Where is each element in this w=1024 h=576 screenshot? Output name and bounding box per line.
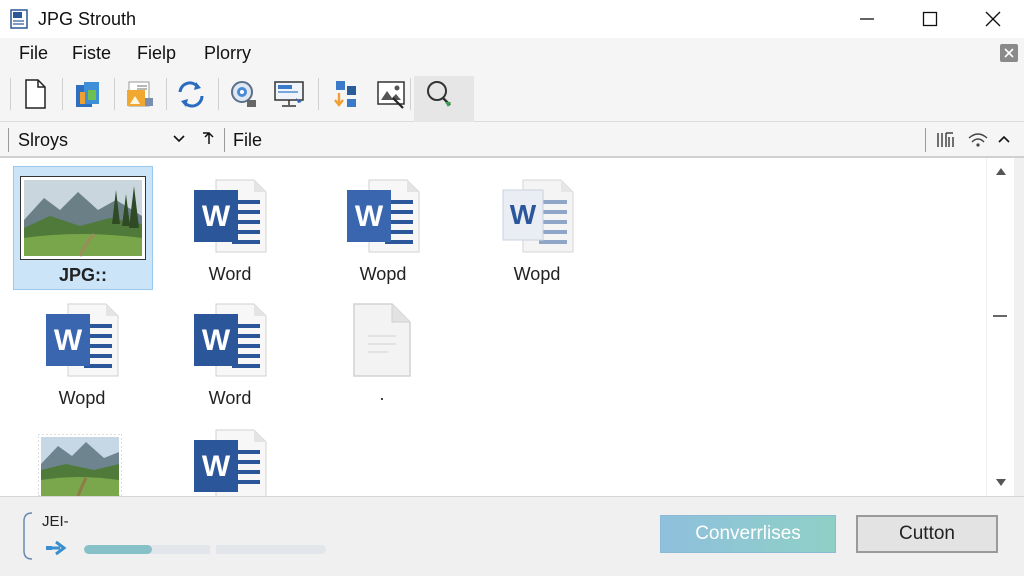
menu-bar: File Fiste Fielp Plorry <box>0 38 1024 68</box>
toolbar-separator <box>166 78 167 110</box>
file-label: Wopd <box>58 388 106 408</box>
file-label: JPG:: <box>58 265 107 285</box>
file-grid: JPG:: W Word W Wopd W Wopd W Wopd W Word… <box>6 158 992 496</box>
close-icon <box>985 11 1001 27</box>
file-item[interactable]: W Wopd <box>313 166 453 290</box>
settings-button[interactable] <box>224 76 262 112</box>
status-bar: JEI- Converrlises Cutton <box>0 496 1024 576</box>
image-edit-icon <box>377 81 405 109</box>
file-item[interactable]: W Word <box>160 290 300 414</box>
refresh-icon <box>178 81 204 108</box>
vertical-scrollbar[interactable] <box>986 158 1014 496</box>
word-document-icon: W <box>347 179 420 253</box>
title-bar: JPG Strouth <box>0 0 1024 38</box>
window-edge <box>1014 158 1024 496</box>
file-label: . <box>379 384 385 404</box>
blank-document-icon <box>353 303 411 377</box>
chevron-down-icon[interactable] <box>172 132 186 146</box>
word-document-icon: W <box>194 303 267 377</box>
status-label: JEI- <box>42 513 69 530</box>
maximize-button[interactable] <box>898 0 962 38</box>
landscape-image-thumbnail <box>38 434 122 496</box>
toolbar-separator <box>218 78 219 110</box>
new-document-icon <box>25 79 46 109</box>
wifi-icon[interactable] <box>967 131 989 149</box>
scroll-thumb[interactable] <box>993 315 1007 317</box>
toolbar-separator <box>114 78 115 110</box>
chevron-up-icon[interactable] <box>996 131 1012 147</box>
scroll-up-icon[interactable] <box>995 166 1007 176</box>
copy-icon <box>76 82 99 107</box>
svg-text:W: W <box>355 200 384 233</box>
menu-plorry[interactable]: Plorry <box>204 43 251 64</box>
toolbar-separator <box>318 78 319 110</box>
svg-text:W: W <box>202 324 231 357</box>
image-edit-button[interactable] <box>372 76 410 112</box>
scroll-down-icon[interactable] <box>995 478 1007 488</box>
location-dropdown[interactable]: Slroys <box>18 130 68 151</box>
import-image-icon <box>127 81 153 107</box>
toolbar-separator <box>410 78 411 110</box>
file-label: Wopd <box>513 264 561 284</box>
refresh-button[interactable] <box>172 76 210 112</box>
monitor-icon <box>274 81 304 107</box>
minimize-icon <box>860 18 874 20</box>
cancel-button[interactable]: Cutton <box>856 515 998 553</box>
menu-fielp[interactable]: Fielp <box>137 43 176 64</box>
file-item[interactable]: W Wopd <box>467 166 607 290</box>
monitor-button[interactable] <box>270 76 308 112</box>
svg-text:W: W <box>202 450 231 483</box>
status-bracket-icon <box>23 512 33 560</box>
file-item[interactable]: W Word <box>160 166 300 290</box>
address-separator <box>224 128 225 152</box>
progress-segment-gap <box>210 545 216 554</box>
toolbar-separator <box>10 78 11 110</box>
word-document-icon: W <box>46 303 119 377</box>
file-item[interactable]: W <box>160 420 300 496</box>
conversion-progress <box>84 545 326 554</box>
split-button[interactable] <box>326 76 364 112</box>
svg-text:W: W <box>202 200 231 233</box>
view-options-icon[interactable] <box>936 131 956 149</box>
import-image-button[interactable] <box>120 76 158 112</box>
close-button[interactable] <box>961 0 1024 38</box>
file-label: Word <box>208 388 252 408</box>
app-icon <box>10 9 28 29</box>
address-separator <box>925 128 926 152</box>
search-icon <box>427 81 451 107</box>
file-item[interactable]: W Wopd <box>12 290 152 414</box>
path-segment-file[interactable]: File <box>233 130 262 151</box>
word-document-icon: W <box>502 179 574 253</box>
toolbar-separator <box>62 78 63 110</box>
address-separator <box>8 128 9 152</box>
word-document-icon: W <box>194 429 267 496</box>
maximize-icon <box>922 11 938 27</box>
file-item[interactable]: JPG:: <box>13 166 153 290</box>
menu-close-button[interactable] <box>1000 44 1018 62</box>
window-title: JPG Strouth <box>38 9 137 29</box>
file-item[interactable] <box>10 428 150 496</box>
address-bar: Slroys File <box>0 122 1024 158</box>
settings-icon <box>231 81 256 107</box>
menu-fiste[interactable]: Fiste <box>72 43 111 64</box>
toolbar <box>0 68 1024 122</box>
progress-fill <box>84 545 152 554</box>
arrow-right-icon <box>46 540 67 556</box>
copy-button[interactable] <box>68 76 106 112</box>
file-item[interactable]: . <box>312 290 452 414</box>
convert-button[interactable]: Converrlises <box>660 515 836 553</box>
search-button[interactable] <box>420 76 458 112</box>
word-document-icon: W <box>194 179 267 253</box>
svg-text:W: W <box>54 324 83 357</box>
menu-file[interactable]: File <box>19 43 48 64</box>
close-icon <box>1004 48 1014 58</box>
split-icon <box>334 81 356 107</box>
minimize-button[interactable] <box>835 0 899 38</box>
up-folder-icon[interactable] <box>200 130 216 148</box>
new-document-button[interactable] <box>16 76 54 112</box>
file-label: Wopd <box>359 264 407 284</box>
file-label: Word <box>208 264 252 284</box>
svg-text:W: W <box>510 199 537 230</box>
landscape-image-thumbnail <box>20 176 146 260</box>
